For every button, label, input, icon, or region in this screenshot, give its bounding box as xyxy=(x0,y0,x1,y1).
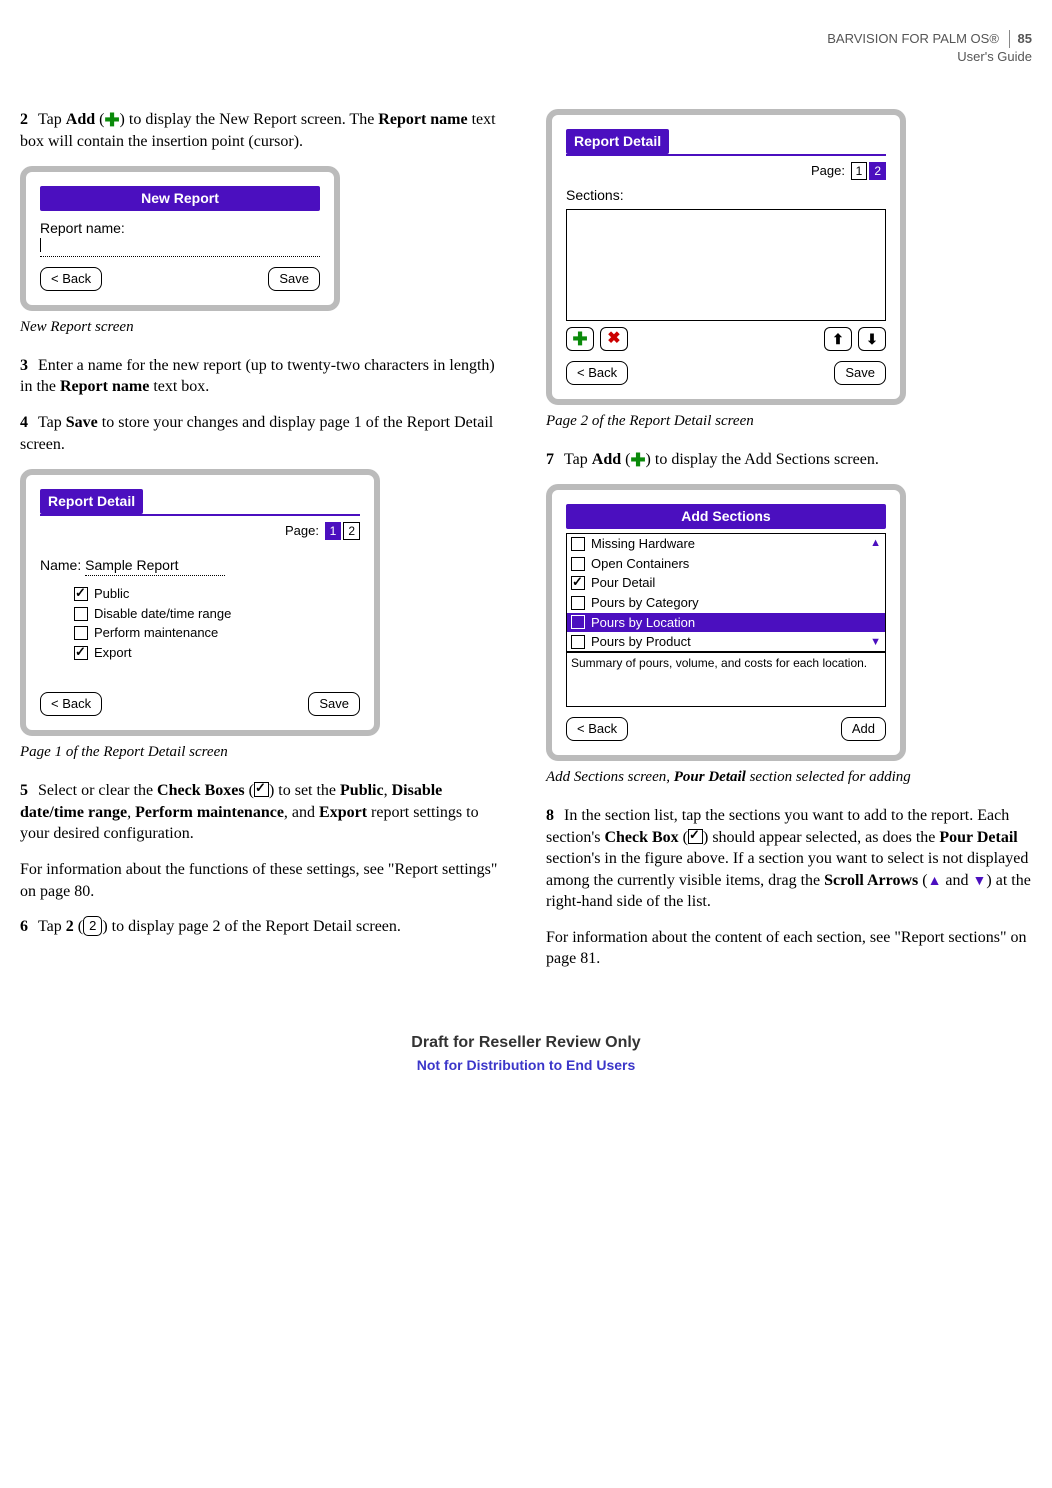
sections-label: Sections: xyxy=(566,186,886,205)
plus-icon: ✚ xyxy=(572,330,587,348)
checkbox-icon xyxy=(74,626,88,640)
step-number: 4 xyxy=(20,414,28,431)
opt-public[interactable]: Public xyxy=(70,584,360,604)
section-item[interactable]: Missing Hardware xyxy=(567,534,885,554)
checkbox-icon xyxy=(571,635,585,649)
step-number: 3 xyxy=(20,357,28,374)
page-indicator: Page: 12 xyxy=(40,522,360,540)
add-button[interactable]: ✚ xyxy=(566,327,594,351)
step-7: 7Tap Add (✚) to display the Add Sections… xyxy=(546,449,1032,471)
step-5: 5Select or clear the Check Boxes () to s… xyxy=(20,780,506,845)
scroll-up-icon[interactable]: ▲ xyxy=(870,536,881,551)
checkbox-icon xyxy=(688,829,703,844)
checkbox-icon xyxy=(571,615,585,629)
product-name: BARVISION FOR PALM OS® xyxy=(827,31,999,46)
scroll-down-icon: ▼ xyxy=(973,874,987,889)
page-1-tab[interactable]: 1 xyxy=(851,162,868,180)
step-number: 7 xyxy=(546,451,554,468)
step-4: 4Tap Save to store your changes and disp… xyxy=(20,412,506,455)
page-indicator: Page: 12 xyxy=(566,162,886,180)
opt-disable-date[interactable]: Disable date/time range xyxy=(70,604,360,624)
step-number: 5 xyxy=(20,782,28,799)
left-column: 2Tap Add (✚) to display the New Report s… xyxy=(20,95,506,982)
save-button[interactable]: Save xyxy=(834,361,886,385)
save-button[interactable]: Save xyxy=(268,267,320,291)
section-description: Summary of pours, volume, and costs for … xyxy=(566,651,886,707)
scroll-up-icon: ▲ xyxy=(928,874,942,889)
step-5-info: For information about the functions of t… xyxy=(20,859,506,902)
move-up-button[interactable]: ⬆ xyxy=(824,327,852,351)
checkbox-icon xyxy=(254,782,269,797)
titlebar: New Report xyxy=(40,186,320,211)
screenshot-add-sections: Add Sections Missing Hardware Open Conta… xyxy=(546,484,906,760)
checkbox-icon xyxy=(571,537,585,551)
report-name-input[interactable] xyxy=(40,238,320,257)
right-column: Report Detail Page: 12 Sections: ✚ ✖ ⬆ ⬇… xyxy=(546,95,1032,982)
screenshot-report-detail-1: Report Detail Page: 12 Name: Sample Repo… xyxy=(20,469,380,736)
down-arrow-icon: ⬇ xyxy=(866,330,878,349)
save-button[interactable]: Save xyxy=(308,692,360,716)
page-header: BARVISION FOR PALM OS® 85 User's Guide xyxy=(20,30,1032,65)
section-item[interactable]: Pours by Product xyxy=(567,632,885,652)
name-value[interactable]: Sample Report xyxy=(85,556,225,576)
add-button[interactable]: Add xyxy=(841,717,886,741)
section-item[interactable]: Open Containers xyxy=(567,554,885,574)
footer-line-2: Not for Distribution to End Users xyxy=(20,1056,1032,1075)
titlebar: Report Detail xyxy=(40,489,143,514)
page-2-tab[interactable]: 2 xyxy=(343,522,360,540)
back-button[interactable]: < Back xyxy=(40,267,102,291)
report-name-label: Report name: xyxy=(40,219,320,238)
step-8-info: For information about the content of eac… xyxy=(546,927,1032,970)
checkbox-icon xyxy=(74,646,88,660)
step-8: 8In the section list, tap the sections y… xyxy=(546,805,1032,913)
section-item[interactable]: Pour Detail xyxy=(567,573,885,593)
footer-line-1: Draft for Reseller Review Only xyxy=(20,1032,1032,1054)
plus-icon: ✚ xyxy=(104,111,119,129)
page-2-icon: 2 xyxy=(83,916,102,936)
sections-list[interactable] xyxy=(566,209,886,321)
opt-maintenance[interactable]: Perform maintenance xyxy=(70,623,360,643)
step-number: 2 xyxy=(20,111,28,128)
caption-rd2: Page 2 of the Report Detail screen xyxy=(546,411,1032,431)
step-number: 8 xyxy=(546,807,554,824)
titlebar: Report Detail xyxy=(566,129,669,154)
page-footer: Draft for Reseller Review Only Not for D… xyxy=(20,1032,1032,1074)
back-button[interactable]: < Back xyxy=(566,361,628,385)
section-item-selected[interactable]: Pours by Location xyxy=(567,613,885,633)
delete-button[interactable]: ✖ xyxy=(600,327,628,351)
checkbox-icon xyxy=(571,557,585,571)
opt-export[interactable]: Export xyxy=(70,643,360,663)
page-2-tab[interactable]: 2 xyxy=(869,162,886,180)
checkbox-icon xyxy=(74,587,88,601)
x-icon: ✖ xyxy=(607,331,620,347)
step-3: 3Enter a name for the new report (up to … xyxy=(20,355,506,398)
screenshot-new-report: New Report Report name: < Back Save xyxy=(20,166,340,310)
guide-label: User's Guide xyxy=(957,49,1032,64)
page-1-tab[interactable]: 1 xyxy=(325,522,342,540)
caption-new-report: New Report screen xyxy=(20,317,506,337)
move-down-button[interactable]: ⬇ xyxy=(858,327,886,351)
plus-icon: ✚ xyxy=(630,451,645,469)
back-button[interactable]: < Back xyxy=(566,717,628,741)
screenshot-report-detail-2: Report Detail Page: 12 Sections: ✚ ✖ ⬆ ⬇… xyxy=(546,109,906,405)
page-number: 85 xyxy=(1009,30,1032,48)
caption-rd1: Page 1 of the Report Detail screen xyxy=(20,742,506,762)
name-label: Name: xyxy=(40,557,81,573)
checkbox-icon xyxy=(571,576,585,590)
back-button[interactable]: < Back xyxy=(40,692,102,716)
checkbox-icon xyxy=(74,607,88,621)
caption-add-sections: Add Sections screen, Pour Detail section… xyxy=(546,767,1032,787)
step-6: 6Tap 2 (2) to display page 2 of the Repo… xyxy=(20,916,506,938)
step-2: 2Tap Add (✚) to display the New Report s… xyxy=(20,109,506,152)
step-number: 6 xyxy=(20,918,28,935)
up-arrow-icon: ⬆ xyxy=(832,330,844,349)
titlebar: Add Sections xyxy=(566,504,886,529)
checkbox-icon xyxy=(571,596,585,610)
section-item[interactable]: Pours by Category xyxy=(567,593,885,613)
scroll-down-icon[interactable]: ▼ xyxy=(870,635,881,650)
